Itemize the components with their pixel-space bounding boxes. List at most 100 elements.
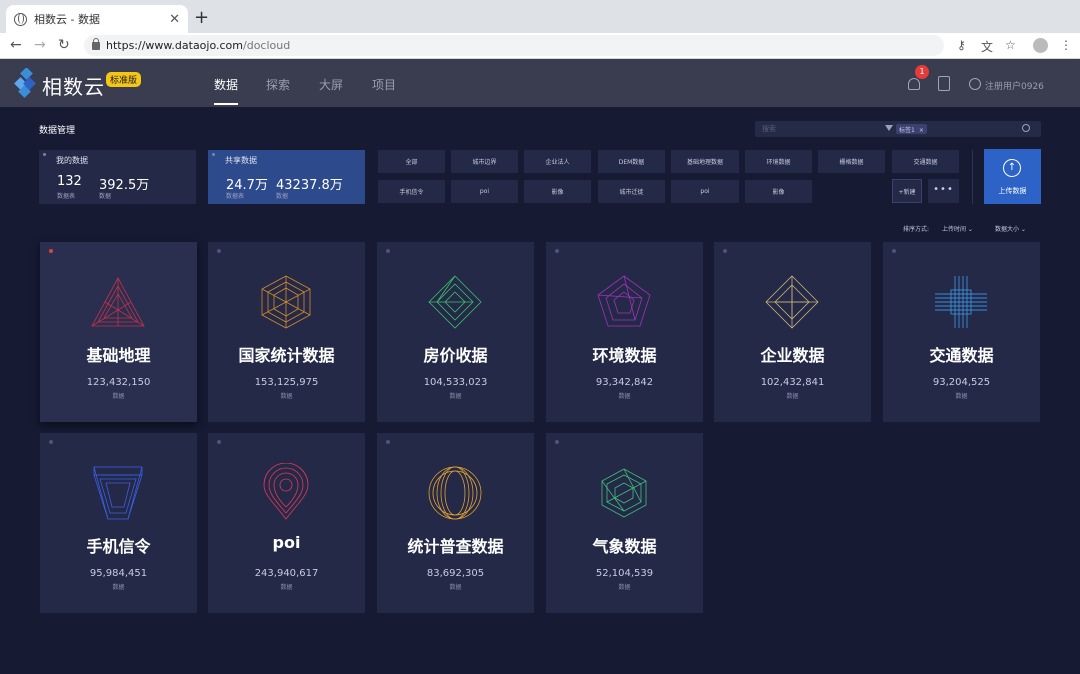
status-dot [892,249,896,253]
edition-badge: 标准版 [106,72,142,87]
my-data-records-unit: 数据 [99,193,112,200]
shared-data-records-unit: 数据 [276,193,289,200]
forward-icon[interactable]: → [34,37,46,53]
document-icon[interactable] [938,76,950,91]
status-dot [555,440,559,444]
dataset-card-weather[interactable]: 气象数据 52,104,539 数据 [546,433,703,613]
filter-basic-geo[interactable]: 基础地理数据 [671,150,739,173]
translate-icon[interactable]: 文 [981,38,993,55]
filter-city-migration[interactable]: 城市迁徙 [598,180,665,203]
menu-icon[interactable]: ⋮ [1060,38,1072,52]
filter-enterprise[interactable]: 企业法人 [524,150,591,173]
shared-data-label: 共享数据 [225,156,257,165]
dataset-card-poi[interactable]: poi 243,940,617 数据 [208,433,365,613]
sort-by-time[interactable]: 上传时间 ⌄ [942,224,973,233]
upload-icon: ↑ [1003,159,1021,177]
close-tab-icon[interactable]: ✕ [169,12,180,27]
my-data-card[interactable]: 我的数据 132 数据表 392.5万 数据 [39,150,196,204]
card-title: 国家统计数据 [238,346,335,365]
star-icon[interactable]: ☆ [1005,38,1016,52]
status-dot [49,249,53,253]
more-button[interactable]: ••• [928,179,959,203]
card-title: 房价收据 [423,346,488,365]
diamond-icon [428,275,482,329]
card-title: 交通数据 [929,346,994,365]
browser-tab-bar: 相数云 - 数据 ✕ + [0,0,1080,33]
card-title: poi [272,533,301,552]
filter-poi[interactable]: poi [451,180,518,203]
status-dot [43,153,46,156]
status-dot [49,440,53,444]
filter-imagery-2[interactable]: 影像 [745,180,812,203]
nav-projects[interactable]: 项目 [372,76,396,93]
card-unit: 数据 [112,393,125,400]
my-data-tables-unit: 数据表 [57,193,76,200]
filter-dem[interactable]: DEM数据 [598,150,665,173]
close-icon[interactable]: × [919,127,924,134]
filter-traffic[interactable]: 交通数据 [892,150,959,173]
status-dot [723,249,727,253]
filter-tag-label: 标签1 [899,127,915,134]
card-unit: 数据 [280,393,293,400]
card-count: 93,204,525 [932,377,991,388]
app-header: 相数云 标准版 数据 探索 大屏 项目 1 注册用户0926 [0,59,1080,107]
card-count: 123,432,150 [86,377,151,388]
card-unit: 数据 [449,584,462,591]
search-input[interactable]: 搜索 标签1 × [755,121,1041,137]
card-count: 83,692,305 [426,568,485,579]
cross-grid-icon [935,276,987,328]
filter-city-boundary[interactable]: 城市边界 [451,150,518,173]
bell-icon[interactable] [908,78,920,90]
filter-mobile-signal[interactable]: 手机信令 [378,180,445,203]
dataset-card-environment[interactable]: 环境数据 93,342,842 数据 [546,242,703,422]
dataset-card-basic-geo[interactable]: 基础地理 123,432,150 数据 [40,242,197,422]
card-count: 102,432,841 [760,377,825,388]
status-dot [386,249,390,253]
url-input[interactable]: https://www.dataojo.com/docloud [84,35,944,56]
dataset-card-traffic[interactable]: 交通数据 93,204,525 数据 [883,242,1040,422]
sort-label: 排序方式: [903,226,930,233]
sort-by-size[interactable]: 数据大小 ⌄ [995,224,1026,233]
user-name[interactable]: 注册用户0926 [985,79,1044,92]
back-icon[interactable]: ← [10,37,22,53]
map-pin-icon [263,463,309,520]
nav-bigscreen[interactable]: 大屏 [319,76,343,93]
dataset-card-census[interactable]: 统计普查数据 83,692,305 数据 [377,433,534,613]
my-data-tables: 132 [57,174,82,189]
card-unit: 数据 [618,584,631,591]
card-count: 153,125,975 [254,377,319,388]
search-icon[interactable] [1022,124,1030,132]
pentagon-icon [597,275,651,327]
search-placeholder: 搜索 [762,125,776,133]
filter-raster[interactable]: 栅格数据 [818,150,885,173]
status-dot [212,153,215,156]
key-icon[interactable]: ⚷ [957,38,966,52]
new-tab-button[interactable]: + [194,7,209,28]
filter-environment[interactable]: 环境数据 [745,150,812,173]
triangle-icon [91,277,145,327]
dataset-card-mobile-signal[interactable]: 手机信令 95,984,451 数据 [40,433,197,613]
filter-all[interactable]: 全部 [378,150,445,173]
nav-data[interactable]: 数据 [214,76,239,105]
filter-tag[interactable]: 标签1 × [896,124,927,134]
dataset-card-national-stats[interactable]: 国家统计数据 153,125,975 数据 [208,242,365,422]
reload-icon[interactable]: ↻ [58,37,70,53]
upload-data-button[interactable]: ↑ 上传数据 [984,149,1041,204]
browser-tab[interactable]: 相数云 - 数据 ✕ [6,5,188,33]
filter-poi-2[interactable]: poi [671,180,739,203]
profile-avatar[interactable] [1033,38,1048,53]
status-dot [555,249,559,253]
url-domain: https://www.dataojo.com [106,39,243,52]
shared-data-card[interactable]: 共享数据 24.7万 数据表 43237.8万 数据 [208,150,365,204]
new-filter-button[interactable]: +新建 [892,179,922,203]
user-icon[interactable] [969,78,981,90]
card-title: 企业数据 [760,346,825,365]
status-dot [386,440,390,444]
dataset-card-enterprise[interactable]: 企业数据 102,432,841 数据 [714,242,871,422]
card-title: 基础地理 [86,346,151,365]
filter-imagery[interactable]: 影像 [524,180,591,203]
dataset-card-house-price[interactable]: 房价收据 104,533,023 数据 [377,242,534,422]
card-unit: 数据 [449,393,462,400]
filter-icon[interactable] [885,125,893,131]
nav-explore[interactable]: 探索 [266,76,290,93]
